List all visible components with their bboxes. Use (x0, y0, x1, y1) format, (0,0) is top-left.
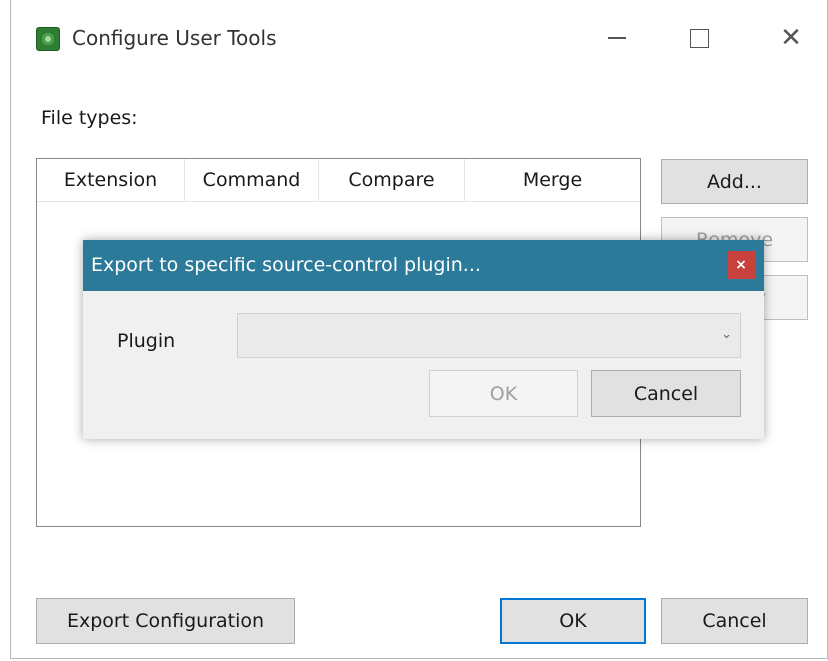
list-header: Extension Command Compare Merge (37, 159, 640, 202)
dialog-ok-button[interactable]: OK (429, 370, 578, 417)
close-icon: × (735, 257, 747, 273)
maximize-button[interactable] (677, 18, 721, 58)
dialog-cancel-button[interactable]: Cancel (591, 370, 741, 417)
close-button[interactable]: ✕ (769, 18, 813, 58)
chevron-down-icon: ⌄ (721, 327, 732, 342)
column-header-extension[interactable]: Extension (37, 159, 185, 201)
export-plugin-dialog: Export to specific source-control plugin… (83, 240, 764, 439)
maximize-icon (689, 28, 709, 48)
file-types-label: File types: (41, 107, 138, 129)
column-header-command[interactable]: Command (185, 159, 319, 201)
window-title: Configure User Tools (72, 26, 277, 50)
add-button[interactable]: Add... (661, 159, 808, 204)
minimize-icon (608, 37, 626, 39)
app-icon (36, 27, 60, 51)
dialog-title: Export to specific source-control plugin… (91, 254, 481, 276)
dialog-title-bar: Export to specific source-control plugin… (83, 240, 764, 291)
title-bar: Configure User Tools ✕ (11, 0, 827, 80)
plugin-select[interactable]: ⌄ (237, 313, 741, 358)
minimize-button[interactable] (595, 18, 639, 58)
column-header-merge[interactable]: Merge (465, 159, 640, 201)
dialog-close-button[interactable]: × (727, 251, 755, 279)
column-header-compare[interactable]: Compare (319, 159, 465, 201)
ok-button[interactable]: OK (500, 598, 646, 644)
close-icon: ✕ (780, 23, 802, 53)
plugin-label: Plugin (117, 330, 176, 352)
cancel-button[interactable]: Cancel (661, 598, 808, 644)
export-configuration-button[interactable]: Export Configuration (36, 598, 295, 644)
